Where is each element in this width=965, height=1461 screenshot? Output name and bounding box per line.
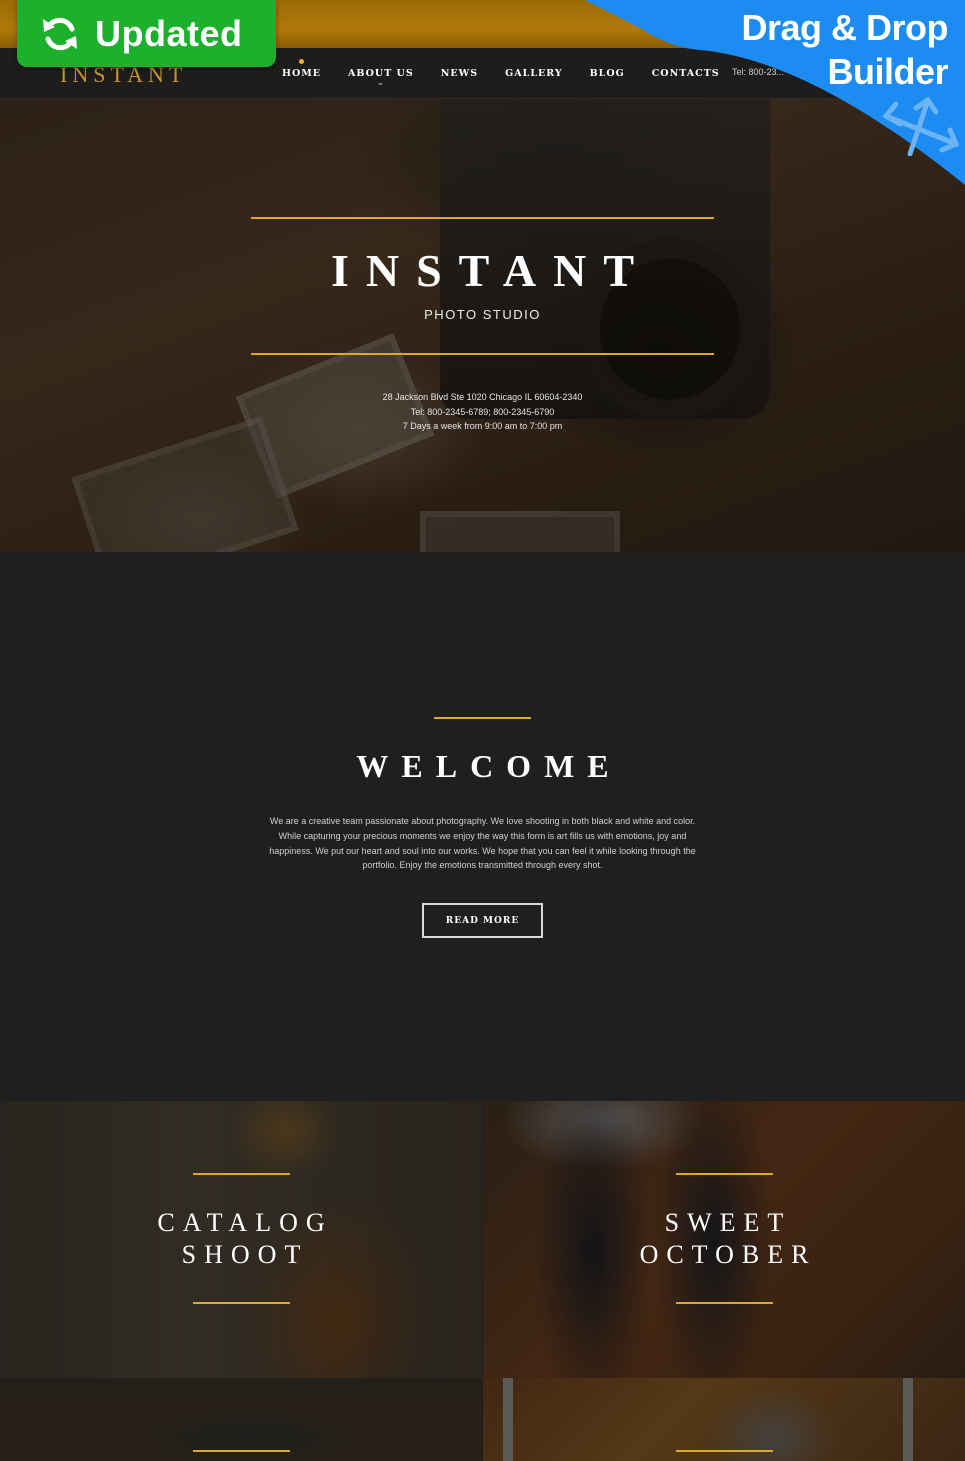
hero-phones: Tel: 800-2345-6789; 800-2345-6790 (410, 406, 555, 417)
active-indicator-dot (299, 59, 304, 64)
hero-hours: 7 Days a week from 9:00 am to 7:00 pm (402, 421, 563, 431)
nav-home[interactable]: HOME (282, 48, 321, 99)
read-more-button[interactable]: READ MORE (422, 903, 543, 938)
tile-overlay (483, 1378, 965, 1461)
nav-home-label: HOME (282, 68, 322, 79)
tile-title-line: SWEET (664, 1208, 792, 1237)
hero-title: INSTANT (330, 245, 652, 296)
hero-contact-info: 28 Jackson Blvd Ste 1020 Chicago IL 6060… (0, 390, 965, 434)
welcome-divider (434, 717, 531, 719)
gallery-tile-catalog-shoot[interactable]: CATALOG SHOOT (0, 1101, 482, 1378)
tile-title-line: SHOOT (181, 1240, 309, 1269)
tile-overlay (0, 1378, 482, 1461)
chevron-down-icon[interactable]: ⌄ (377, 78, 386, 88)
tile-bottom-divider (676, 1302, 773, 1304)
tile-top-divider (193, 1173, 290, 1175)
updated-badge: Updated (17, 0, 276, 67)
tile-top-divider (676, 1173, 773, 1175)
hero-top-divider (251, 217, 714, 219)
move-arrows-icon (882, 96, 960, 156)
welcome-text: We are a creative team passionate about … (269, 816, 696, 871)
tile-title-line: CATALOG (157, 1208, 333, 1237)
hero-section: INSTANT PHOTO STUDIO 28 Jackson Blvd Ste… (0, 99, 965, 552)
nav-contacts-label: CONTACTS (651, 68, 720, 79)
nav-blog-label: BLOG (589, 68, 625, 79)
tile-bottom-divider (193, 1302, 290, 1304)
tile-top-divider (676, 1450, 773, 1452)
builder-label-line1: Drag & Drop (741, 7, 948, 48)
tile-title-line: OCTOBER (639, 1240, 817, 1269)
nav-about-us[interactable]: ABOUT US ⌄ (348, 48, 414, 99)
tile-top-divider (193, 1450, 290, 1452)
nav-blog[interactable]: BLOG (590, 48, 625, 99)
gallery-tile[interactable] (483, 1378, 965, 1461)
hero-overlay (0, 99, 965, 552)
tile-title: CATALOG SHOOT (0, 1207, 482, 1271)
hero-bottom-divider (251, 353, 714, 355)
hero-address: 28 Jackson Blvd Ste 1020 Chicago IL 6060… (382, 392, 583, 402)
gallery-tile[interactable] (0, 1378, 482, 1461)
nav-contacts[interactable]: CONTACTS (652, 48, 720, 99)
nav-news[interactable]: NEWS (441, 48, 478, 99)
hero-subtitle: PHOTO STUDIO (424, 307, 541, 322)
main-nav: HOME ABOUT US ⌄ NEWS GALLERY BLOG CONTAC… (282, 48, 747, 99)
nav-gallery[interactable]: GALLERY (505, 48, 562, 99)
nav-news-label: NEWS (440, 68, 479, 79)
builder-label-line2: Builder (827, 51, 948, 92)
drag-drop-builder-label: Drag & Drop Builder (741, 6, 948, 94)
nav-gallery-label: GALLERY (505, 68, 563, 79)
refresh-icon (43, 17, 77, 50)
updated-label: Updated (95, 12, 243, 54)
gallery-tile-sweet-october[interactable]: SWEET OCTOBER (483, 1101, 965, 1378)
tile-title: SWEET OCTOBER (483, 1207, 965, 1271)
welcome-title: WELCOME (356, 748, 622, 784)
